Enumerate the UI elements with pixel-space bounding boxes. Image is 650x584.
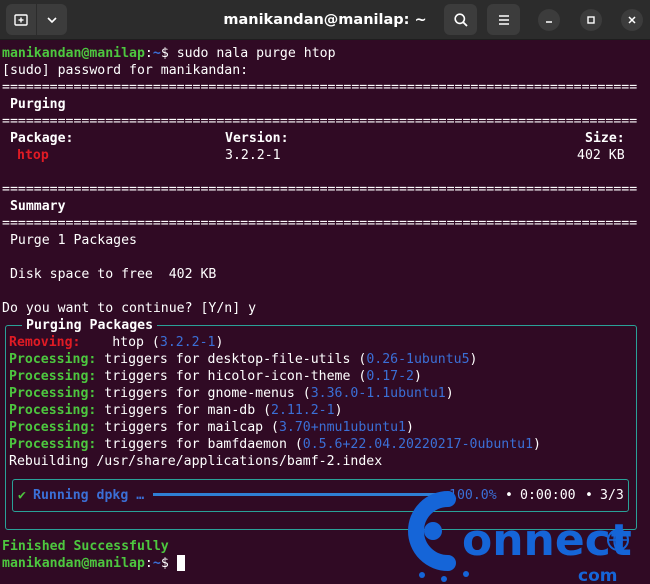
progress-label: Running dpkg … xyxy=(33,488,145,503)
prompt-line: manikandan@manilap:~$ xyxy=(2,555,169,572)
watermark-text: onnect xyxy=(462,515,632,566)
prompt-user: manikandan@manilap xyxy=(2,556,145,571)
processing-text: triggers for man-db ( xyxy=(104,403,272,418)
progress-bar xyxy=(153,493,440,496)
main-menu-button[interactable] xyxy=(487,4,520,35)
processing-label: Processing: xyxy=(9,437,97,452)
connect-watermark-logo: onnect com xyxy=(408,491,632,584)
search-icon xyxy=(453,12,468,27)
tab-menu-dropdown-button[interactable] xyxy=(37,4,67,35)
close-paren: ) xyxy=(469,352,478,367)
prompt-separator: : xyxy=(144,46,153,61)
new-tab-button[interactable] xyxy=(6,4,36,35)
prompt-separator: : xyxy=(144,556,153,571)
close-paren: ) xyxy=(334,403,343,418)
title-bar: manikandan@manilap: ~ xyxy=(0,0,650,40)
command-text: sudo nala purge htop xyxy=(168,46,336,61)
prompt-path: ~ xyxy=(152,556,161,571)
close-button[interactable] xyxy=(621,9,643,31)
chevron-down-icon xyxy=(47,16,57,23)
maximize-icon xyxy=(587,16,595,24)
progress-bar-fill xyxy=(153,493,440,496)
processing-line: Processing: triggers for man-db (2.11.2-… xyxy=(9,402,343,419)
continue-prompt: Do you want to continue? [Y/n] y xyxy=(2,301,257,316)
processing-label: Processing: xyxy=(9,386,97,401)
processing-version: 2.11.2-1 xyxy=(271,403,335,418)
package-version: 3.2.2-1 xyxy=(225,148,281,163)
prompt-dollar: $ xyxy=(160,556,169,571)
disk-space-line: Disk space to free 402 KB xyxy=(2,267,217,282)
processing-version: 3.36.0-1.1ubuntu1 xyxy=(310,386,446,401)
panel-title: Purging Packages xyxy=(22,317,158,334)
prompt-path: ~ xyxy=(152,46,161,61)
maximize-button[interactable] xyxy=(580,9,602,31)
processing-text: triggers for desktop-file-utils ( xyxy=(104,352,367,367)
processing-line: Processing: triggers for bamfdaemon (0.5… xyxy=(9,436,541,453)
processing-version: 0.17-2 xyxy=(366,369,414,384)
separator-rule: ========================================… xyxy=(2,114,638,129)
check-icon: ✔ xyxy=(18,488,26,503)
separator-rule: ========================================… xyxy=(2,216,638,231)
processing-line: Processing: triggers for mailcap (3.70+n… xyxy=(9,419,414,436)
text-cursor xyxy=(177,555,185,571)
removing-package: htop ( xyxy=(112,335,160,350)
purging-header: Purging xyxy=(2,97,66,112)
processing-label: Processing: xyxy=(9,403,97,418)
close-paren: ) xyxy=(533,437,541,452)
processing-version: 0.5.6+22.04.20220217-0ubuntu1 xyxy=(302,437,534,452)
processing-version: 3.70+nmu1ubuntu1 xyxy=(278,420,407,435)
sudo-password-prompt: [sudo] password for manikandan: xyxy=(2,63,249,78)
processing-label: Processing: xyxy=(9,420,97,435)
package-name: htop xyxy=(17,148,49,163)
package-size: 402 KB xyxy=(577,148,625,163)
search-button[interactable] xyxy=(444,4,477,35)
processing-text: triggers for gnome-menus ( xyxy=(104,386,311,401)
summary-purge-line: Purge 1 Packages xyxy=(2,233,137,248)
removing-line: Removing: htop (3.2.2-1) xyxy=(9,334,223,351)
rebuilding-line: Rebuilding /usr/share/applications/bamf-… xyxy=(9,454,383,469)
processing-label: Processing: xyxy=(9,369,97,384)
separator-rule: ========================================… xyxy=(2,182,638,197)
close-paren: ) xyxy=(413,369,422,384)
processing-line: Processing: triggers for desktop-file-ut… xyxy=(9,351,477,368)
close-icon xyxy=(628,16,636,24)
size-column-header: Size: xyxy=(585,131,625,146)
processing-version: 0.26-1ubuntu5 xyxy=(366,352,470,367)
processing-line: Processing: triggers for gnome-menus (3.… xyxy=(9,385,454,402)
processing-label: Processing: xyxy=(9,352,97,367)
close-paren: ) xyxy=(445,386,454,401)
command-line: manikandan@manilap:~$ sudo nala purge ht… xyxy=(2,45,336,62)
prompt-dollar: $ xyxy=(160,46,169,61)
close-paren: ) xyxy=(215,335,224,350)
separator-rule: ========================================… xyxy=(2,80,638,95)
hamburger-menu-icon xyxy=(498,14,509,25)
removing-label: Removing: xyxy=(9,335,81,350)
minimize-button[interactable] xyxy=(538,9,560,31)
finished-message: Finished Successfully xyxy=(2,539,169,554)
close-paren: ) xyxy=(406,420,414,435)
summary-header: Summary xyxy=(2,199,66,214)
package-column-header: Package: xyxy=(2,131,74,146)
processing-line: Processing: triggers for hicolor-icon-th… xyxy=(9,368,422,385)
minimize-icon xyxy=(546,21,552,23)
processing-text: triggers for mailcap ( xyxy=(104,420,279,435)
watermark-subtext: com xyxy=(578,566,617,584)
processing-text: triggers for bamfdaemon ( xyxy=(104,437,303,452)
window-title: manikandan@manilap: ~ xyxy=(223,12,427,28)
version-column-header: Version: xyxy=(225,131,289,146)
processing-text: triggers for hicolor-icon-theme ( xyxy=(104,369,367,384)
prompt-user: manikandan@manilap xyxy=(2,46,145,61)
new-tab-icon xyxy=(14,13,28,26)
removing-version: 3.2.2-1 xyxy=(159,335,216,350)
